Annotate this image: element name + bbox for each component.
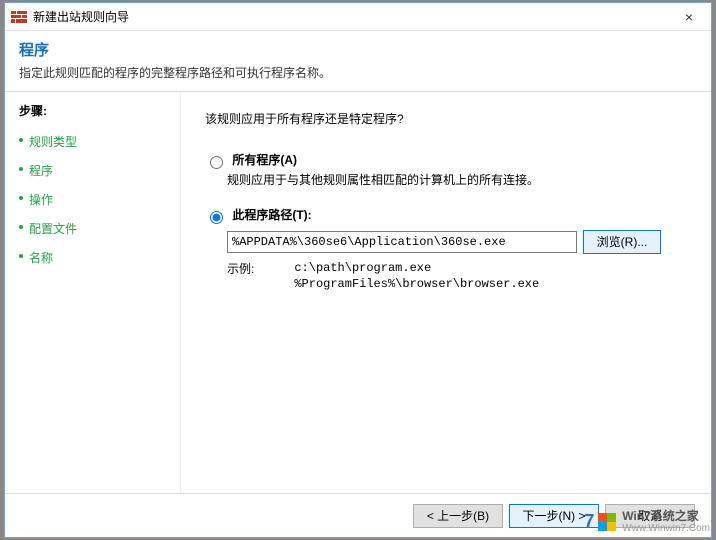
page-subtitle: 指定此规则匹配的程序的完整程序路径和可执行程序名称。 [19,64,697,81]
step-name[interactable]: 名称 [19,243,174,272]
radio-path-text: 此程序路径(T): [232,208,311,222]
example-block: 示例: c:\path\program.exe %ProgramFiles%\b… [227,260,687,292]
step-profile[interactable]: 配置文件 [19,214,174,243]
wizard-window: 新建出站规则向导 × 程序 指定此规则匹配的程序的完整程序路径和可执行程序名称。… [4,2,712,538]
firewall-icon [11,9,27,25]
content-pane: 该规则应用于所有程序还是特定程序? 所有程序(A) 规则应用于与其他规则属性相匹… [181,92,711,502]
steps-sidebar: 步骤: 规则类型 程序 操作 配置文件 名称 [5,92,181,502]
option-program-path: 此程序路径(T): 浏览(R)... 示例: c:\path\program.e… [205,206,687,292]
wizard-footer: < 上一步(B) 下一步(N) > 取消 [5,493,711,537]
titlebar: 新建出站规则向导 × [5,3,711,31]
radio-all-text: 所有程序(A) [232,153,297,167]
browse-button[interactable]: 浏览(R)... [583,230,661,254]
question-text: 该规则应用于所有程序还是特定程序? [205,110,687,127]
step-rule-type[interactable]: 规则类型 [19,127,174,156]
radio-all[interactable] [210,156,223,169]
steps-heading: 步骤: [19,102,174,119]
program-path-input[interactable] [227,231,577,253]
close-button[interactable]: × [667,3,711,31]
back-button[interactable]: < 上一步(B) [413,504,503,528]
next-button[interactable]: 下一步(N) > [509,504,599,528]
radio-all-label[interactable]: 所有程序(A) [205,153,297,167]
page-header: 程序 指定此规则匹配的程序的完整程序路径和可执行程序名称。 [5,31,711,92]
cancel-button[interactable]: 取消 [605,504,695,528]
example-label: 示例: [227,260,254,292]
option-all-programs: 所有程序(A) 规则应用于与其他规则属性相匹配的计算机上的所有连接。 [205,151,687,188]
radio-path-label[interactable]: 此程序路径(T): [205,208,312,222]
step-action[interactable]: 操作 [19,185,174,214]
page-title: 程序 [19,39,697,60]
example-paths: c:\path\program.exe %ProgramFiles%\brows… [294,260,539,292]
step-program[interactable]: 程序 [19,156,174,185]
wizard-body: 步骤: 规则类型 程序 操作 配置文件 名称 该规则应用于所有程序还是特定程序?… [5,92,711,502]
option-all-desc: 规则应用于与其他规则属性相匹配的计算机上的所有连接。 [227,171,687,188]
window-title: 新建出站规则向导 [33,8,129,25]
radio-path[interactable] [210,211,223,224]
